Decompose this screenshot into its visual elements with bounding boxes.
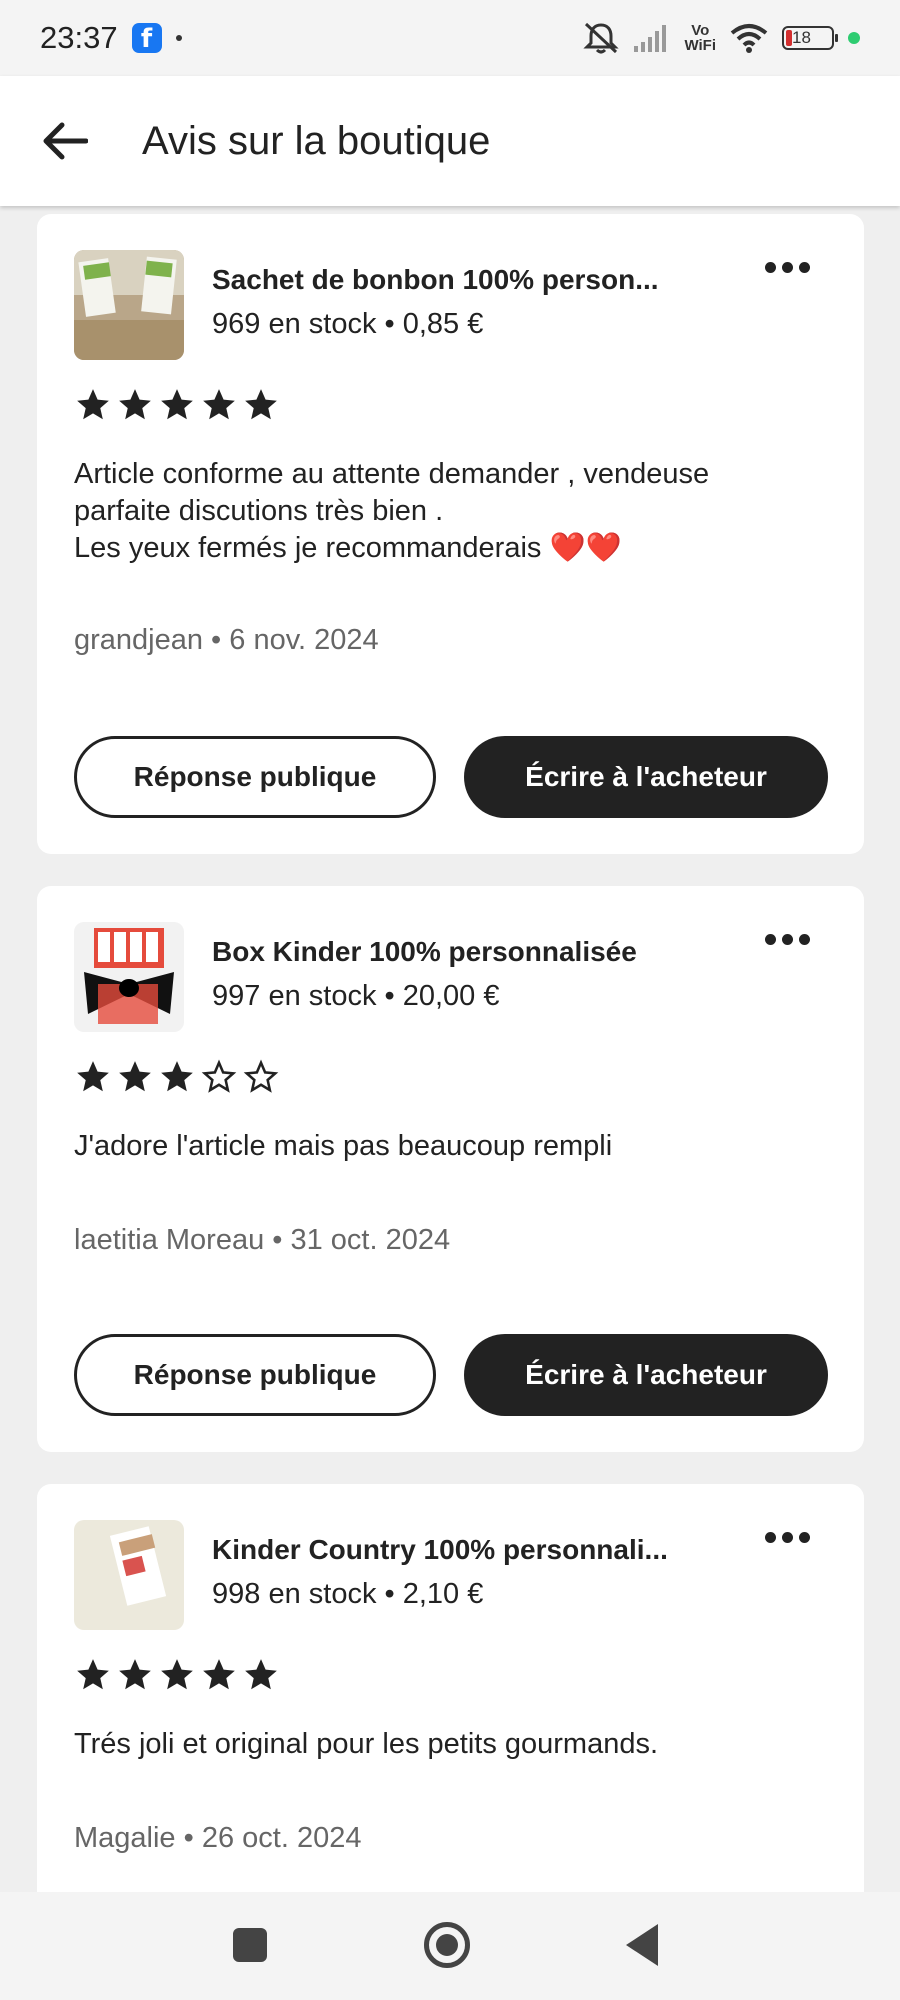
- more-dots-icon: [765, 262, 776, 273]
- message-buyer-button[interactable]: Écrire à l'acheteur: [464, 736, 828, 818]
- system-nav-bar: [0, 1892, 900, 2000]
- product-thumbnail[interactable]: [74, 922, 184, 1032]
- public-reply-button[interactable]: Réponse publique: [74, 736, 436, 818]
- star-filled-icon: [203, 389, 235, 420]
- review-byline: Magalie • 26 oct. 2024: [74, 1822, 362, 1854]
- star-filled-icon: [77, 1061, 109, 1092]
- star-filled-icon: [161, 389, 193, 420]
- home-circle-icon[interactable]: [424, 1922, 470, 1968]
- review-card: Sachet de bonbon 100% person... 969 en s…: [37, 214, 864, 854]
- rating-stars: [74, 1058, 280, 1096]
- star-filled-icon: [245, 1659, 277, 1690]
- vowifi-indicator: Vo WiFi: [684, 23, 716, 53]
- status-icons: Vo WiFi 18: [582, 21, 860, 55]
- back-button[interactable]: [30, 106, 100, 176]
- notification-dot-icon: [175, 35, 182, 41]
- product-title[interactable]: Box Kinder 100% personnalisée: [212, 936, 637, 968]
- status-bar: 23:37 f Vo WiFi 18: [0, 0, 900, 76]
- star-outline-icon: [243, 1059, 279, 1093]
- privacy-indicator-icon: [848, 32, 860, 44]
- signal-icon: [634, 25, 667, 52]
- review-card: Kinder Country 100% personnali... 998 en…: [37, 1484, 864, 1892]
- review-card: Box Kinder 100% personnalisée 997 en sto…: [37, 886, 864, 1452]
- star-filled-icon: [119, 1061, 151, 1092]
- product-stock-price: 997 en stock • 20,00 €: [212, 980, 500, 1012]
- square-icon[interactable]: [233, 1928, 267, 1962]
- star-filled-icon: [161, 1061, 193, 1092]
- star-filled-icon: [245, 389, 277, 420]
- message-buyer-button[interactable]: Écrire à l'acheteur: [464, 1334, 828, 1416]
- review-byline: laetitia Moreau • 31 oct. 2024: [74, 1224, 451, 1256]
- page-title: Avis sur la boutique: [142, 118, 491, 163]
- status-time: 23:37: [40, 20, 118, 55]
- rating-stars: [74, 386, 280, 424]
- star-filled-icon: [119, 389, 151, 420]
- more-dots-icon: [765, 934, 776, 945]
- review-line: parfaite discutions très bien .: [74, 495, 444, 527]
- star-outline-icon: [201, 1059, 237, 1093]
- more-options-button[interactable]: [765, 1532, 810, 1543]
- product-thumbnail[interactable]: [74, 250, 184, 360]
- wifi-icon: [730, 24, 768, 53]
- product-stock-price: 998 en stock • 2,10 €: [212, 1578, 484, 1610]
- battery-level: 18: [792, 28, 811, 47]
- star-filled-icon: [77, 389, 109, 420]
- battery-icon: 18: [782, 26, 838, 50]
- product-title[interactable]: Sachet de bonbon 100% person...: [212, 264, 659, 296]
- review-line: Les yeux fermés je recommanderais ❤️❤️: [74, 532, 622, 564]
- review-byline: grandjean • 6 nov. 2024: [74, 624, 379, 656]
- more-options-button[interactable]: [765, 262, 810, 273]
- review-line: Article conforme au attente demander , v…: [74, 458, 710, 490]
- review-line: Trés joli et original pour les petits go…: [74, 1728, 659, 1760]
- app-bar: Avis sur la boutique: [0, 76, 900, 206]
- star-filled-icon: [203, 1659, 235, 1690]
- review-line: J'adore l'article mais pas beaucoup remp…: [74, 1130, 613, 1162]
- facebook-icon: f: [131, 23, 162, 54]
- product-stock-price: 969 en stock • 0,85 €: [212, 308, 484, 340]
- vowifi-top: Vo: [691, 22, 710, 39]
- bell-muted-icon: [583, 22, 620, 54]
- more-options-button[interactable]: [765, 934, 810, 945]
- star-filled-icon: [161, 1659, 193, 1690]
- product-title[interactable]: Kinder Country 100% personnali...: [212, 1534, 668, 1566]
- review-text: Trés joli et original pour les petits go…: [74, 1726, 834, 1763]
- vowifi-bottom: WiFi: [684, 37, 716, 54]
- star-filled-icon: [77, 1659, 109, 1690]
- star-filled-icon: [119, 1659, 151, 1690]
- reviews-list[interactable]: Sachet de bonbon 100% person... 969 en s…: [0, 206, 900, 1892]
- review-text: J'adore l'article mais pas beaucoup remp…: [74, 1128, 834, 1165]
- rating-stars: [74, 1656, 280, 1694]
- triangle-back-icon[interactable]: [626, 1924, 658, 1966]
- public-reply-button[interactable]: Réponse publique: [74, 1334, 436, 1416]
- more-dots-icon: [765, 1532, 776, 1543]
- arrow-left-icon: [43, 122, 88, 160]
- review-text: Article conforme au attente demander , v…: [74, 456, 834, 567]
- product-thumbnail[interactable]: [74, 1520, 184, 1630]
